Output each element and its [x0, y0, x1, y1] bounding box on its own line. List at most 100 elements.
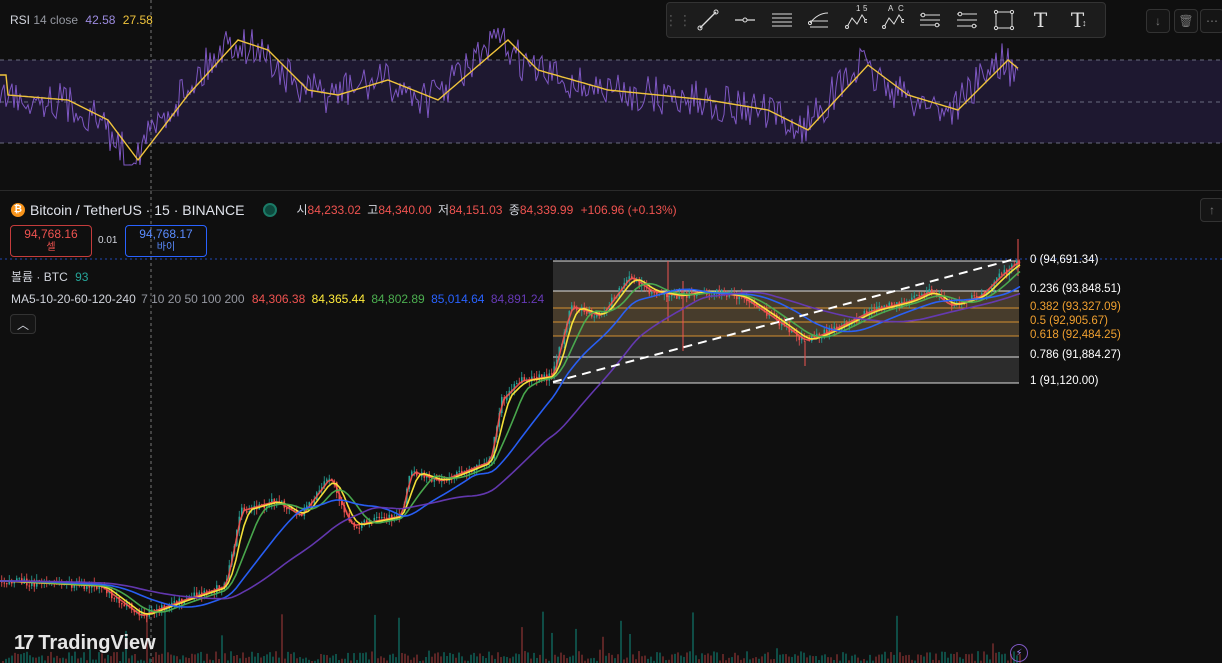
candle-body: [913, 295, 916, 298]
volume-bar: [263, 656, 265, 663]
volume-bar: [449, 652, 451, 663]
candle-body: [533, 376, 536, 378]
volume-legend[interactable]: 볼륨 · BTC 93: [11, 268, 88, 285]
fib-label-05: 0.5 (92,905.67): [1030, 315, 1108, 327]
move-down-button[interactable]: ↓: [1146, 9, 1170, 33]
volume-bar: [875, 656, 877, 663]
volume-bar: [170, 654, 172, 663]
volume-bar: [458, 652, 460, 663]
volume-bar: [278, 657, 280, 663]
volume-bar: [407, 655, 409, 663]
rsi-title: RSI: [10, 13, 31, 27]
drag-handle-icon[interactable]: ⋮⋮: [664, 3, 692, 37]
volume-bar: [968, 654, 970, 663]
candle-body: [173, 601, 176, 603]
volume-bar: [362, 653, 364, 663]
volume-bar: [695, 655, 697, 663]
fib-extension-icon: [956, 11, 977, 29]
symbol-legend[interactable]: ₿ Bitcoin / TetherUS · 15 · BINANCE 시84,…: [11, 201, 677, 218]
volume-bar: [431, 656, 433, 663]
candle-body: [383, 517, 386, 519]
candle-body: [888, 302, 891, 307]
volume-bar: [266, 654, 268, 663]
volume-bar: [530, 658, 532, 663]
volume-bar: [404, 653, 406, 663]
buy-button[interactable]: 94,768.17 바이: [125, 225, 207, 257]
fib-label-0382: 0.382 (93,327.09): [1030, 301, 1121, 313]
volume-bar: [572, 655, 574, 663]
market-status-icon[interactable]: [263, 202, 278, 217]
volume-bar: [206, 653, 208, 663]
horizontal-ray-icon: [734, 17, 755, 23]
fib-extension-tool[interactable]: [948, 3, 985, 37]
abcd-pattern-tool[interactable]: A C: [874, 3, 911, 37]
rectangle-tool[interactable]: [985, 3, 1022, 37]
volume-bar: [569, 656, 571, 663]
trend-line-icon: [697, 9, 718, 31]
volume-bar: [224, 653, 226, 663]
collapse-legend-button[interactable]: ︿: [10, 314, 36, 334]
xabcd-pattern-tool[interactable]: 1 5: [837, 3, 874, 37]
volume-bar: [542, 611, 544, 663]
candle-body: [973, 295, 976, 297]
volume-bar: [749, 659, 751, 663]
volume-bar: [59, 658, 61, 663]
volume-bar: [455, 657, 457, 663]
volume-bar: [188, 658, 190, 663]
volume-bar: [746, 651, 748, 663]
text-note-tool[interactable]: T ↕: [1059, 3, 1096, 37]
volume-bar: [965, 653, 967, 663]
high-value: 84,340.00: [378, 203, 432, 217]
volume-bar: [347, 652, 349, 663]
volume-bar: [626, 657, 628, 663]
lightning-icon[interactable]: ⚡: [1010, 644, 1028, 662]
volume-bar: [827, 657, 829, 663]
tradingview-logo-text: TradingView: [38, 632, 156, 654]
volume-bar: [887, 658, 889, 663]
rsi-legend[interactable]: RSI 14 close 42.58 27.58: [10, 13, 153, 27]
more-icon: ⋯: [1206, 14, 1218, 28]
delete-pane-button[interactable]: 🗑: [1174, 9, 1198, 33]
elliott-wave-tool[interactable]: [911, 3, 948, 37]
volume-bar: [287, 651, 289, 663]
volume-bar: [230, 651, 232, 663]
volume-bar: [317, 659, 319, 663]
scroll-up-button[interactable]: ↑: [1200, 198, 1222, 222]
rsi-pane[interactable]: RSI 14 close 42.58 27.58 ⋮⋮ 1 5 A C T T …: [0, 0, 1222, 190]
volume-bar: [599, 649, 601, 663]
volume-bar: [47, 655, 49, 663]
drawing-toolbar[interactable]: ⋮⋮ 1 5 A C T T ↕: [664, 2, 1106, 38]
symbol-title[interactable]: Bitcoin / TetherUS · 15 · BINANCE: [30, 202, 244, 218]
volume-bar: [698, 659, 700, 663]
volume-bar: [392, 653, 394, 663]
volume-bar: [812, 656, 814, 663]
volume-bar: [560, 652, 562, 663]
volume-bar: [791, 656, 793, 663]
fib-retracement-tool[interactable]: [800, 3, 837, 37]
volume-bar: [884, 651, 886, 663]
volume-bar: [80, 657, 82, 663]
parallel-channel-tool[interactable]: [763, 3, 800, 37]
volume-bar: [515, 653, 517, 663]
ma-value-4: 85,014.64: [431, 292, 485, 306]
sell-button[interactable]: 94,768.16 셀: [10, 225, 92, 257]
ma-legend[interactable]: MA5-10-20-60-120-240 7 10 20 50 100 200 …: [11, 292, 544, 306]
volume-bar: [524, 651, 526, 663]
trend-line-tool[interactable]: [689, 3, 726, 37]
volume-bar: [905, 655, 907, 663]
volume-bar: [941, 651, 943, 663]
candle-body: [281, 500, 283, 502]
volume-bar: [947, 657, 949, 663]
text-tool[interactable]: T: [1022, 3, 1059, 37]
volume-bar: [254, 656, 256, 663]
volume-bar: [485, 658, 487, 663]
volume-bar: [692, 612, 694, 663]
horizontal-ray-tool[interactable]: [726, 3, 763, 37]
volume-bar: [773, 658, 775, 663]
tradingview-logo[interactable]: 17 TradingView: [14, 632, 156, 655]
more-options-button[interactable]: ⋯: [1200, 9, 1222, 33]
volume-bar: [398, 617, 400, 663]
candle-body: [358, 527, 361, 529]
volume-bar: [686, 652, 688, 663]
candle-body: [123, 604, 126, 607]
